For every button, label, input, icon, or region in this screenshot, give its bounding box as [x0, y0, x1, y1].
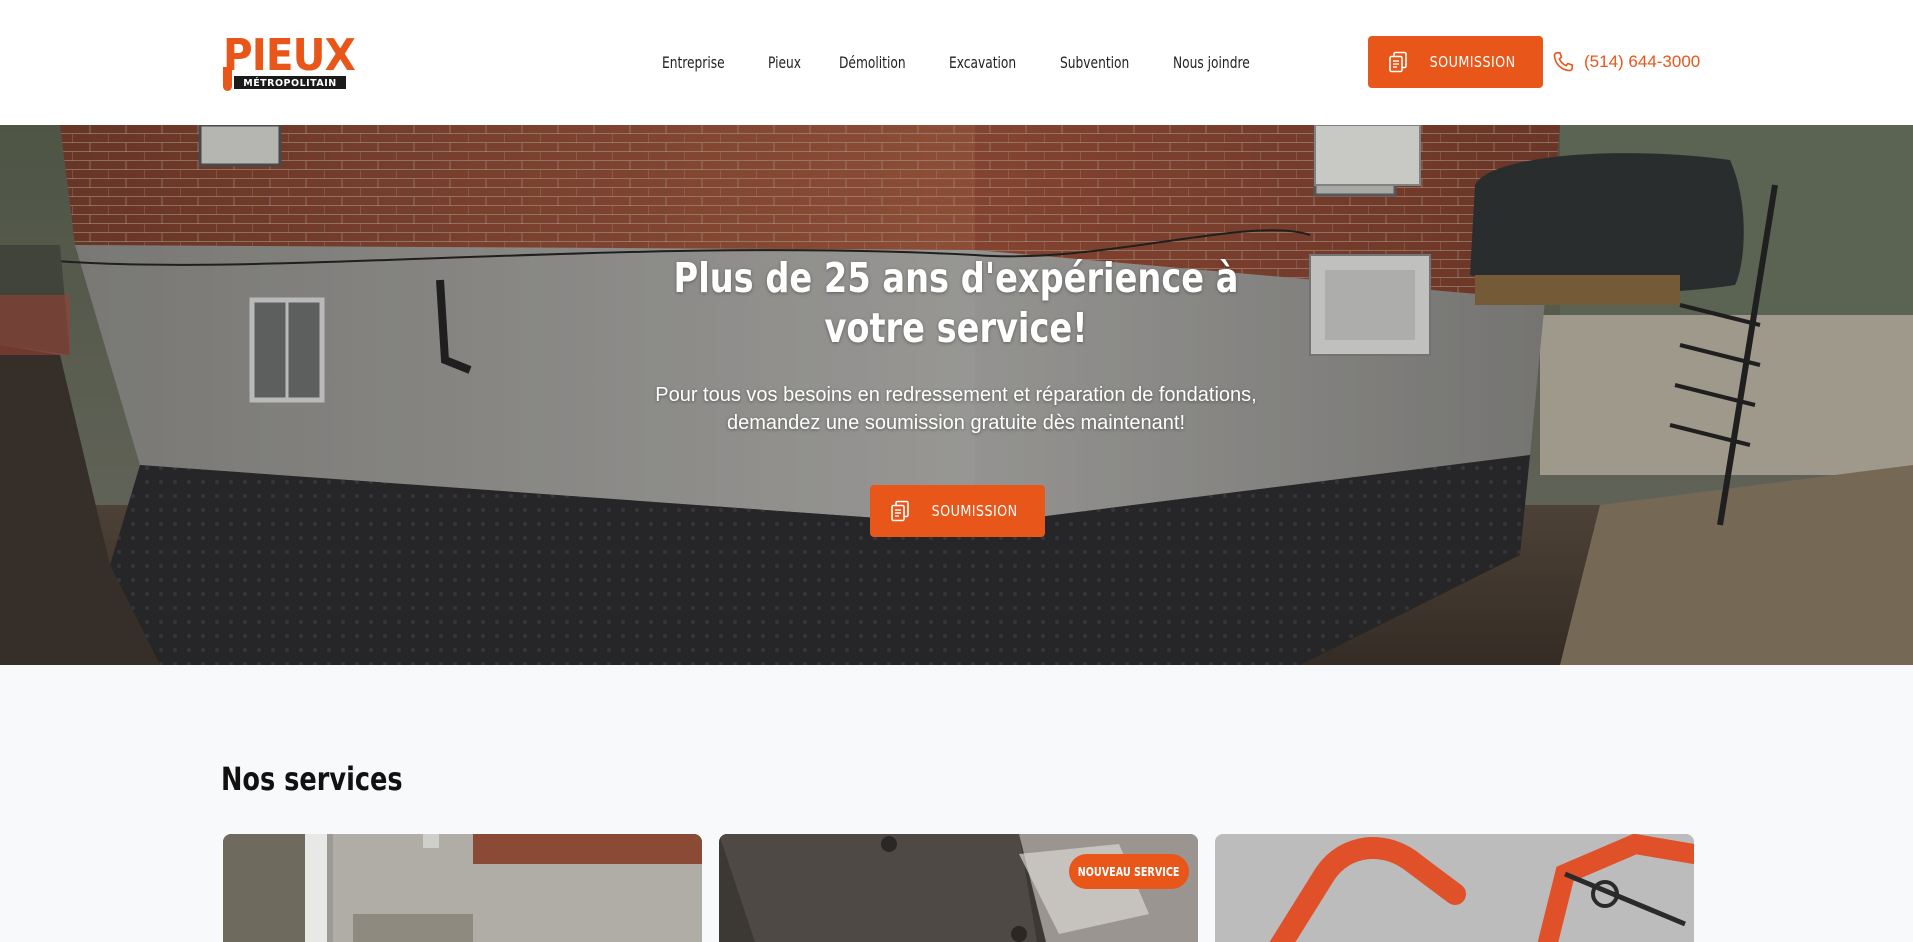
- document-icon: [890, 500, 910, 522]
- phone-link[interactable]: (514) 644-3000: [1550, 48, 1700, 76]
- hero-quote-label: SOUMISSION: [931, 502, 1018, 520]
- nav-item-pieux[interactable]: Pieux: [768, 53, 801, 72]
- service-card-excavation[interactable]: [1215, 834, 1694, 942]
- site-header: PIEUX MÉTROPOLITAIN Entreprise Pieux Dém…: [0, 0, 1913, 125]
- new-service-badge-label: NOUVEAU SERVICE: [1078, 864, 1180, 879]
- nav-item-nous-joindre[interactable]: Nous joindre: [1173, 53, 1250, 72]
- foundation-wall-photo: [223, 834, 702, 942]
- hero-quote-button[interactable]: SOUMISSION: [870, 485, 1045, 537]
- nav-item-entreprise[interactable]: Entreprise: [662, 53, 725, 72]
- phone-number: (514) 644-3000: [1584, 52, 1701, 71]
- phone-icon: [1550, 49, 1576, 75]
- header-quote-button[interactable]: SOUMISSION: [1368, 36, 1543, 88]
- nav-item-demolition[interactable]: Démolition: [839, 53, 906, 72]
- logo[interactable]: PIEUX MÉTROPOLITAIN: [223, 33, 356, 91]
- logo-subtitle: MÉTROPOLITAIN: [233, 75, 347, 90]
- services-title: Nos services: [221, 760, 403, 798]
- hero-section: Plus de 25 ans d'expérience à votre serv…: [0, 125, 1913, 665]
- logo-tab: [223, 67, 232, 91]
- excavator-photo: [1215, 834, 1694, 942]
- nav-item-subvention[interactable]: Subvention: [1060, 53, 1129, 72]
- service-card-foundation[interactable]: [223, 834, 702, 942]
- hero-title: Plus de 25 ans d'expérience à votre serv…: [673, 254, 1239, 352]
- logo-wordmark: PIEUX: [223, 30, 356, 81]
- nav-item-excavation[interactable]: Excavation: [949, 53, 1016, 72]
- document-icon: [1388, 51, 1408, 73]
- main-nav: Entreprise Pieux Démolition Excavation S…: [662, 0, 1296, 125]
- header-quote-label: SOUMISSION: [1429, 53, 1516, 71]
- hero-subtitle: Pour tous vos besoins en redressement et…: [655, 384, 1257, 434]
- new-service-badge: NOUVEAU SERVICE: [1069, 854, 1189, 889]
